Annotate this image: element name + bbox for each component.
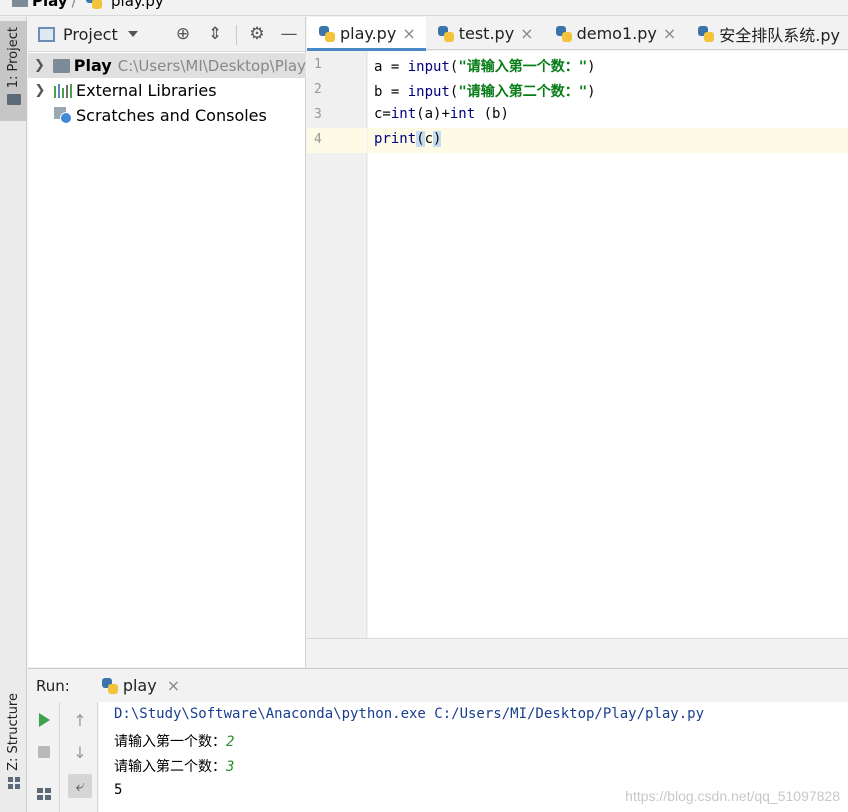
stop-button[interactable] xyxy=(32,740,56,764)
layout-icon xyxy=(37,788,51,800)
close-icon[interactable]: × xyxy=(663,24,676,43)
breadcrumb-project[interactable]: Play / xyxy=(12,0,77,10)
run-panel-label: Run: xyxy=(36,676,70,695)
tab-test-py[interactable]: test.py × xyxy=(426,17,544,50)
python-file-icon xyxy=(698,25,715,42)
scratches-icon xyxy=(54,107,72,124)
stop-icon xyxy=(38,746,50,758)
library-icon xyxy=(54,83,72,98)
breadcrumb-file-label: play.py xyxy=(111,0,164,10)
tree-item-play[interactable]: ❯ Play C:\Users\MI\Desktop\Play xyxy=(28,53,306,78)
tree-item-scratches[interactable]: Scratches and Consoles xyxy=(28,103,306,128)
left-tool-strip: 1: Project Z: Structure xyxy=(0,17,27,812)
code-line-2: b = input("请输入第二个数：") xyxy=(374,84,596,100)
structure-icon xyxy=(7,776,20,789)
python-file-icon xyxy=(555,25,572,42)
tab-label: demo1.py xyxy=(576,24,657,43)
header-divider xyxy=(236,25,237,45)
tab-label: 安全排队系统.py xyxy=(719,25,840,45)
console-output: 5 xyxy=(114,782,123,798)
folder-icon xyxy=(6,94,21,106)
project-panel: Project ⊕ ⇕ ⚙ — ❯ Play C:\Users\MI\Deskt… xyxy=(28,17,306,667)
tab-queue-system-py[interactable]: 安全排队系统.py × xyxy=(686,17,848,50)
tree-item-label: External Libraries xyxy=(76,81,217,100)
project-tool-window-button[interactable]: 1: Project xyxy=(0,21,27,121)
down-arrow-button[interactable]: ↓ xyxy=(68,740,92,764)
play-icon xyxy=(38,713,50,727)
project-panel-header: Project ⊕ ⇕ ⚙ — xyxy=(28,17,305,52)
run-tab-label: play xyxy=(122,676,157,695)
code-line-4: print(c) xyxy=(374,131,442,147)
python-file-icon xyxy=(319,25,335,42)
soft-wrap-button[interactable]: ⤶ xyxy=(68,774,92,798)
navigation-breadcrumb: Play / play.py xyxy=(0,0,848,16)
run-tab-play[interactable]: play × xyxy=(96,669,186,703)
layout-button[interactable] xyxy=(32,782,56,806)
close-icon[interactable]: × xyxy=(167,676,180,695)
line-number: 2 xyxy=(314,82,322,97)
up-arrow-button[interactable]: ↑ xyxy=(68,708,92,732)
python-icon xyxy=(101,677,118,694)
line-number: 4 xyxy=(314,132,322,147)
line-number: 1 xyxy=(314,57,322,72)
run-panel-header: Run: play × xyxy=(28,668,848,702)
code-editor[interactable]: a = input("请输入第一个数：") b = input("请输入第二个数… xyxy=(368,51,848,638)
python-file-icon xyxy=(437,25,454,42)
tree-item-label: Scratches and Consoles xyxy=(76,106,267,125)
close-icon[interactable]: × xyxy=(402,24,415,43)
editor-tab-bar: play.py × test.py × demo1.py × 安全排队系统.py… xyxy=(307,17,848,51)
code-line-3: c=int(a)+int (b) xyxy=(374,106,509,122)
locate-icon[interactable]: ⊕ xyxy=(174,24,192,44)
folder-icon xyxy=(12,0,28,7)
tab-demo1-py[interactable]: demo1.py × xyxy=(544,17,687,50)
tab-label: play.py xyxy=(340,24,397,43)
gear-icon[interactable]: ⚙ xyxy=(248,24,266,44)
breadcrumb-project-label: Play xyxy=(32,0,68,10)
python-file-icon xyxy=(86,0,102,9)
minimize-icon[interactable]: — xyxy=(280,24,298,44)
project-tool-window-label: 1: Project xyxy=(6,27,21,89)
tab-play-py[interactable]: play.py × xyxy=(307,17,426,51)
project-path-hint: C:\Users\MI\Desktop\Play xyxy=(117,56,306,75)
project-view-icon xyxy=(38,26,55,42)
console-prompt-1: 请输入第一个数：2 xyxy=(114,734,235,750)
chevron-right-icon[interactable]: ❯ xyxy=(30,58,49,73)
console-command-line: D:\Study\Software\Anaconda\python.exe C:… xyxy=(114,706,705,722)
breadcrumb-file[interactable]: play.py xyxy=(86,0,164,10)
tab-label: test.py xyxy=(458,24,515,43)
collapse-all-icon[interactable]: ⇕ xyxy=(206,24,224,44)
console-prompt-2: 请输入第二个数：3 xyxy=(114,759,235,775)
breadcrumb-separator: / xyxy=(71,0,77,10)
line-number-gutter: 1 2 3 4 xyxy=(307,51,367,638)
chevron-right-icon[interactable]: ❯ xyxy=(30,83,50,98)
tree-item-label: Play xyxy=(73,56,112,75)
line-number: 3 xyxy=(314,107,322,122)
run-toolbar-secondary: ↑ ↓ ⤶ xyxy=(62,702,98,812)
code-line-1: a = input("请输入第一个数：") xyxy=(374,59,596,75)
run-toolbar-primary xyxy=(28,702,60,812)
chevron-down-icon[interactable] xyxy=(127,31,138,37)
watermark-text: https://blog.csdn.net/qq_51097828 xyxy=(625,788,840,804)
structure-tool-window-button[interactable]: Z: Structure xyxy=(0,687,27,797)
close-icon[interactable]: × xyxy=(520,24,533,43)
folder-icon xyxy=(52,58,70,73)
rerun-button[interactable] xyxy=(32,708,56,732)
project-view-selector[interactable]: Project xyxy=(63,25,118,44)
structure-tool-window-label: Z: Structure xyxy=(6,693,21,771)
editor-breadcrumb-bar xyxy=(307,638,848,667)
tree-item-external-libraries[interactable]: ❯ External Libraries xyxy=(28,78,306,103)
